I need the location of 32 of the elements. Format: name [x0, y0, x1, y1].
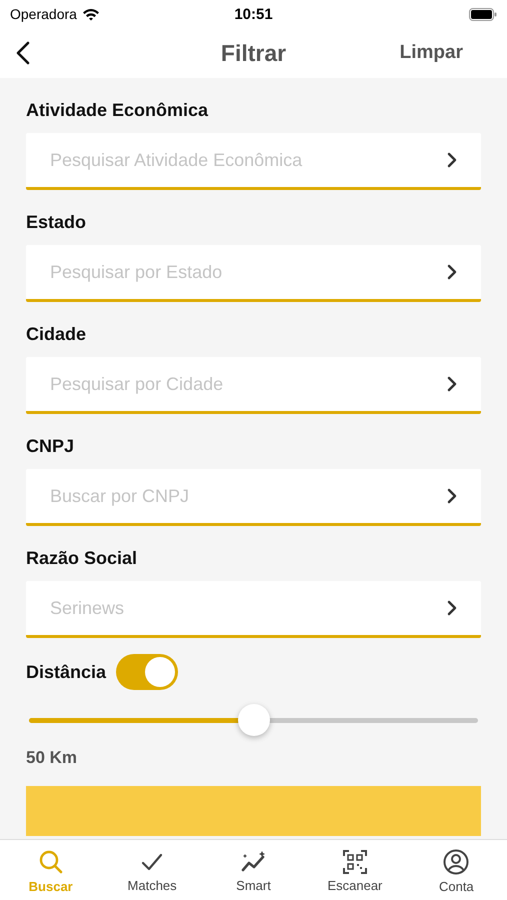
- field-label: Distância: [26, 662, 106, 682]
- back-icon[interactable]: [16, 41, 30, 65]
- field-label: CNPJ: [26, 436, 76, 457]
- account-icon: [443, 848, 470, 874]
- chevron-icon: [447, 264, 457, 280]
- screen-title: Filtrar: [220, 40, 286, 66]
- chevron-icon: [447, 488, 457, 504]
- tab-item[interactable]: Matches: [101, 840, 203, 900]
- chevron-icon: [447, 600, 457, 616]
- search-field[interactable]: Serinews: [26, 581, 481, 638]
- field-label: Cidade: [26, 324, 88, 345]
- search-field[interactable]: Pesquisar por Estado: [26, 245, 481, 302]
- search-field[interactable]: Buscar por CNPJ: [26, 469, 481, 526]
- field-label: Atividade Econômica: [26, 100, 210, 121]
- distance-value: 50 Km: [26, 748, 78, 768]
- wifi-icon: [82, 8, 100, 20]
- search-icon: [38, 848, 64, 874]
- field-label: Razão Social: [26, 548, 138, 569]
- search-field[interactable]: Pesquisar Atividade Econômica: [26, 133, 481, 190]
- status-time: 10:51: [234, 6, 273, 22]
- battery-icon: [469, 8, 497, 20]
- tab-item[interactable]: Conta: [406, 840, 507, 900]
- chevron-icon: [447, 152, 457, 168]
- tab-item[interactable]: Escanear: [304, 840, 406, 900]
- clear-button[interactable]: Limpar: [400, 42, 491, 64]
- tab-item[interactable]: Smart: [202, 840, 304, 900]
- distance-toggle[interactable]: [116, 654, 178, 690]
- search-field[interactable]: Pesquisar por Cidade: [26, 357, 481, 414]
- field-label: Estado: [26, 212, 88, 233]
- carrier-name: Operadora: [10, 6, 77, 22]
- chevron-icon: [447, 376, 457, 392]
- qr-code-icon: [342, 850, 367, 874]
